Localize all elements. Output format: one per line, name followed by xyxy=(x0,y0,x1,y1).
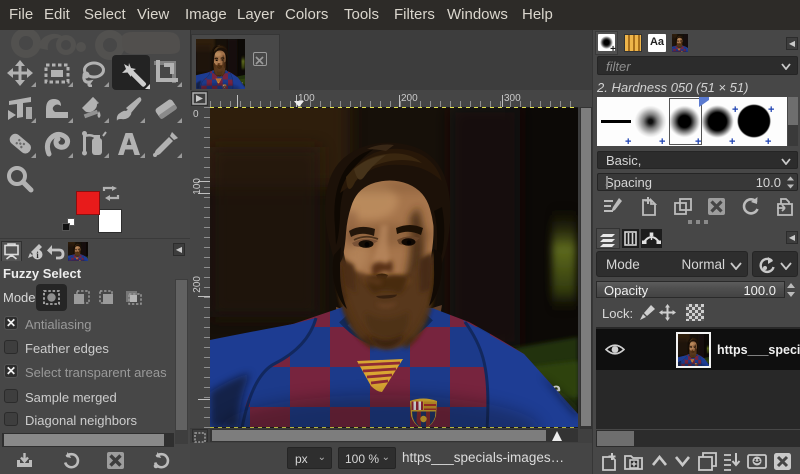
svg-text:+: + xyxy=(765,136,771,146)
svg-text:+: + xyxy=(732,104,738,116)
svg-text:+: + xyxy=(729,136,735,146)
svg-text:+: + xyxy=(768,104,774,116)
svg-text:+: + xyxy=(695,136,701,146)
svg-text:+: + xyxy=(659,136,665,146)
svg-text:+: + xyxy=(625,136,631,146)
